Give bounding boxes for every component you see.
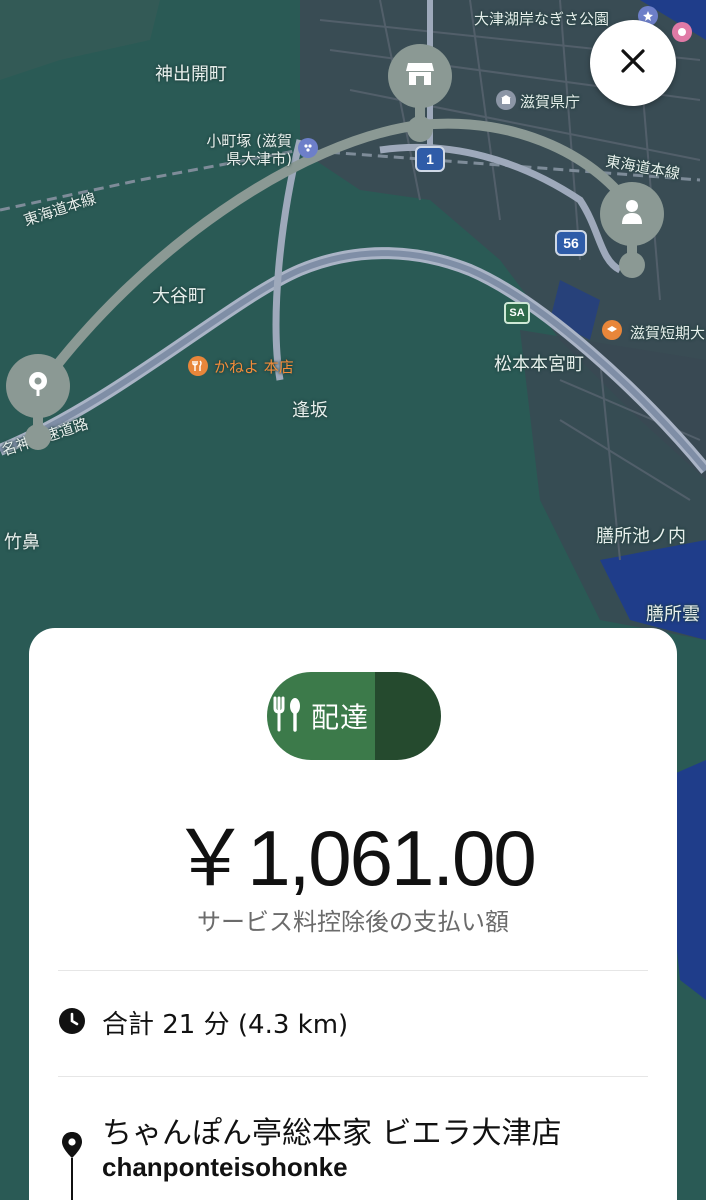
- map-label-komachi: 小町塚 (滋賀 県大津市): [206, 132, 292, 168]
- store-sub-name: chanponteisohonke: [102, 1152, 348, 1182]
- map-label-otsu-park: 大津湖岸なぎさ公園: [474, 10, 610, 28]
- map-label-shigaken: 滋賀県庁: [520, 93, 581, 111]
- map-label-osaka: 逢坂: [292, 400, 328, 421]
- delivery-type-badge: 配達: [267, 672, 441, 760]
- map-label-zeze-ike: 膳所池ノ内: [596, 526, 686, 547]
- driver-pin[interactable]: [6, 354, 70, 418]
- map-label-takehana: 竹鼻: [4, 532, 40, 553]
- divider: [58, 1076, 648, 1077]
- map-label-zeze-un: 膳所雲: [646, 604, 700, 625]
- trip-offer-sheet[interactable]: 配達 ￥1,061.00 サービス料控除後の支払い額 合計 21 分 (4.3 …: [29, 628, 677, 1200]
- divider: [58, 970, 648, 971]
- fork-knife-icon: [271, 696, 303, 736]
- trip-summary-row: 合計 21 分 (4.3 km): [58, 1004, 348, 1041]
- map-label-matsumoto: 松本本宮町: [494, 354, 584, 375]
- route-badge-1: 1: [415, 146, 445, 172]
- location-pin-icon: [27, 371, 49, 401]
- theater-poi-icon: [672, 22, 692, 42]
- map-label-otani: 大谷町: [152, 286, 206, 307]
- route-badge-56: 56: [555, 230, 587, 256]
- landmark-poi-icon: [298, 138, 318, 158]
- close-button[interactable]: [590, 20, 676, 106]
- restaurant-poi-icon: [188, 356, 208, 376]
- trip-summary: 合計 21 分 (4.3 km): [102, 1010, 349, 1040]
- location-marker-icon: [60, 1130, 84, 1200]
- government-poi-icon: [496, 90, 516, 110]
- payout-caption: サービス料控除後の支払い額: [197, 908, 509, 936]
- school-poi-icon: [602, 320, 622, 340]
- map-label-shiga-tanki: 滋賀短期大: [630, 324, 706, 342]
- store-pin[interactable]: [388, 44, 452, 108]
- payout-amount: ￥1,061.00: [171, 814, 537, 902]
- store-icon: [405, 60, 435, 92]
- delivery-label: 配達: [310, 701, 369, 734]
- customer-pin[interactable]: [600, 182, 664, 246]
- person-icon: [619, 198, 645, 230]
- driver-pin-anchor: [25, 424, 51, 450]
- customer-pin-anchor: [619, 252, 645, 278]
- map-label-kaneyo: かねよ 本店: [214, 358, 294, 376]
- store-name: ちゃんぽん亭総本家 ビエラ大津店: [102, 1116, 562, 1151]
- clock-icon: [58, 1007, 86, 1039]
- map-label-jinde: 神出開町: [155, 64, 227, 85]
- sa-badge: SA: [504, 302, 530, 324]
- store-pin-anchor: [407, 116, 433, 142]
- close-icon: [620, 48, 646, 78]
